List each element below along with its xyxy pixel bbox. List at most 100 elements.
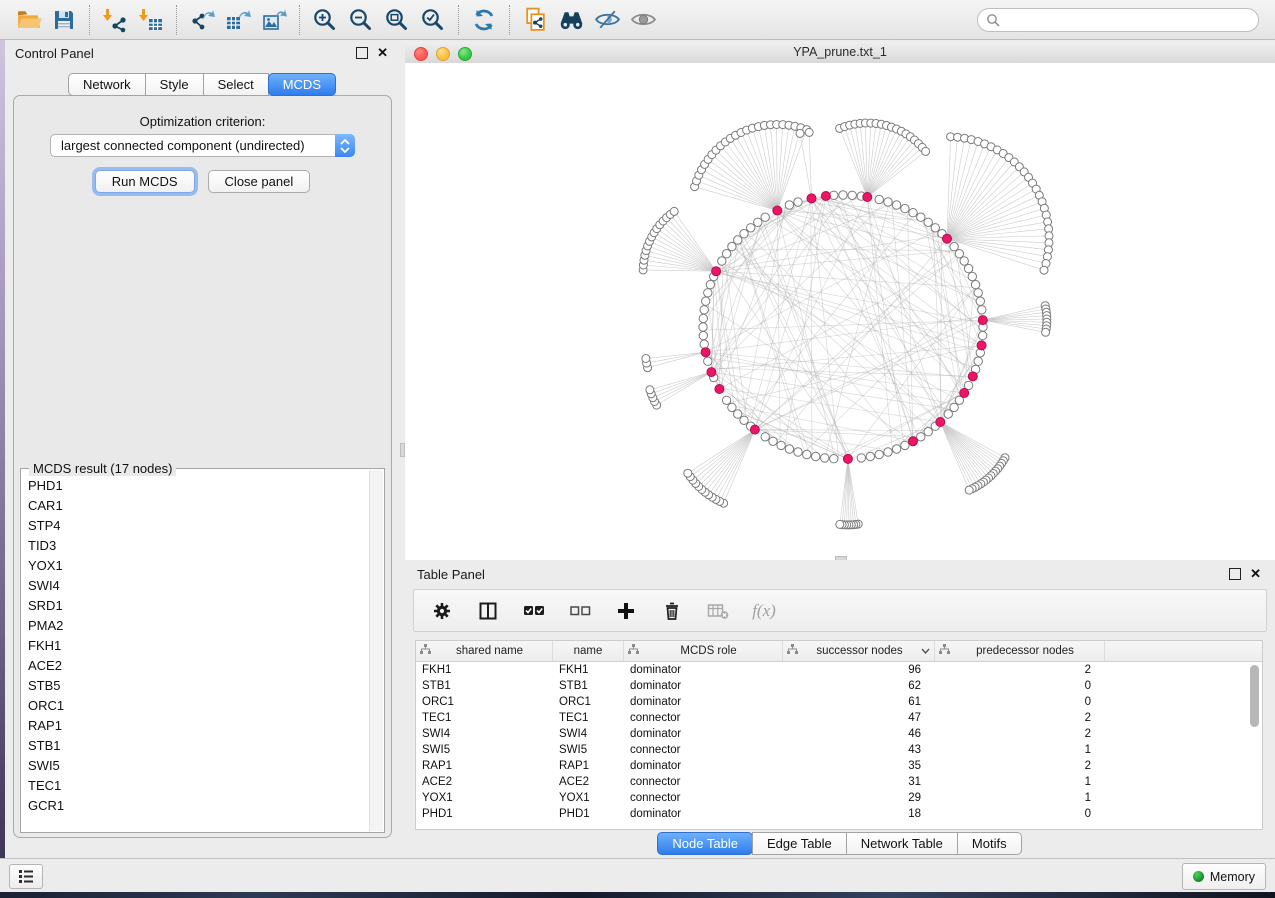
- ring-node[interactable]: [740, 416, 748, 424]
- mcds-result-item[interactable]: STB5: [22, 675, 369, 695]
- mcds-result-list[interactable]: PHD1CAR1STP4TID3YOX1SWI4SRD1PMA2FKH1ACE2…: [22, 475, 369, 831]
- ring-node[interactable]: [974, 357, 982, 365]
- ring-node[interactable]: [884, 198, 892, 206]
- table-row[interactable]: SWI5SWI5connector431: [416, 742, 1262, 758]
- table-cell[interactable]: FKH1: [553, 664, 624, 676]
- ring-node[interactable]: [884, 448, 892, 456]
- table-cell[interactable]: 0: [935, 696, 1105, 708]
- table-cell[interactable]: 1: [935, 744, 1105, 756]
- ring-node[interactable]: [740, 230, 748, 238]
- import-network-button[interactable]: [97, 3, 133, 37]
- table-cell[interactable]: ACE2: [553, 776, 624, 788]
- table-cell[interactable]: FKH1: [416, 664, 553, 676]
- table-cell[interactable]: 0: [935, 680, 1105, 692]
- column-header-successor-nodes[interactable]: successor nodes: [783, 641, 935, 661]
- mcds-result-item[interactable]: ACE2: [22, 655, 369, 675]
- table-cell[interactable]: 29: [783, 792, 935, 804]
- leaf-node[interactable]: [922, 147, 930, 155]
- dominator-node[interactable]: [750, 425, 759, 434]
- dominator-node[interactable]: [821, 192, 830, 201]
- dominator-node[interactable]: [943, 234, 952, 243]
- mcds-result-item[interactable]: STP4: [22, 515, 369, 535]
- ring-node[interactable]: [821, 454, 829, 462]
- ring-node[interactable]: [704, 357, 712, 365]
- network-canvas[interactable]: [405, 63, 1275, 560]
- leaf-node[interactable]: [836, 520, 844, 528]
- ring-node[interactable]: [955, 250, 963, 258]
- mcds-result-item[interactable]: PMA2: [22, 615, 369, 635]
- ring-node[interactable]: [769, 437, 777, 445]
- table-cell[interactable]: 2: [935, 760, 1105, 772]
- table-cell[interactable]: connector: [624, 744, 783, 756]
- new-network-from-selection-button[interactable]: [517, 3, 553, 37]
- ring-node[interactable]: [754, 218, 762, 226]
- zoom-fit-button[interactable]: [379, 3, 415, 37]
- dominator-node[interactable]: [960, 389, 969, 398]
- leaf-node[interactable]: [1042, 328, 1050, 336]
- ring-node[interactable]: [960, 257, 968, 265]
- table-cell[interactable]: TEC1: [416, 712, 553, 724]
- ring-node[interactable]: [722, 250, 730, 258]
- tab-node-table[interactable]: Node Table: [657, 832, 753, 855]
- dominator-node[interactable]: [773, 206, 782, 215]
- table-row[interactable]: STB1STB1dominator620: [416, 678, 1262, 694]
- table-cell[interactable]: dominator: [624, 680, 783, 692]
- table-cell[interactable]: TEC1: [553, 712, 624, 724]
- dominator-node[interactable]: [701, 348, 710, 357]
- table-cell[interactable]: SWI4: [416, 728, 553, 740]
- table-cell[interactable]: YOX1: [553, 792, 624, 804]
- ring-node[interactable]: [892, 445, 900, 453]
- ring-node[interactable]: [974, 289, 982, 297]
- run-mcds-button[interactable]: Run MCDS: [95, 170, 195, 193]
- ring-node[interactable]: [901, 441, 909, 449]
- table-cell[interactable]: connector: [624, 792, 783, 804]
- dominator-node[interactable]: [968, 372, 977, 381]
- close-table-panel-icon[interactable]: ✕: [1250, 569, 1261, 579]
- delete-table-button[interactable]: [706, 599, 730, 623]
- table-row[interactable]: YOX1YOX1connector291: [416, 790, 1262, 806]
- ring-node[interactable]: [968, 272, 976, 280]
- ring-node[interactable]: [978, 306, 986, 314]
- tab-motifs[interactable]: Motifs: [957, 832, 1022, 855]
- table-row[interactable]: SWI4SWI4dominator462: [416, 726, 1262, 742]
- table-cell[interactable]: YOX1: [416, 792, 553, 804]
- table-scrollbar[interactable]: [1249, 663, 1260, 827]
- mcds-result-item[interactable]: PHD1: [22, 475, 369, 495]
- task-history-button[interactable]: [9, 864, 43, 889]
- dominator-node[interactable]: [978, 316, 987, 325]
- column-header-predecessor-nodes[interactable]: predecessor nodes: [935, 641, 1105, 661]
- ring-node[interactable]: [857, 454, 865, 462]
- ring-node[interactable]: [794, 198, 802, 206]
- dominator-node[interactable]: [863, 193, 872, 202]
- mcds-result-item[interactable]: YOX1: [22, 555, 369, 575]
- apply-function-button[interactable]: f(x): [752, 599, 776, 623]
- export-network-button[interactable]: [184, 3, 220, 37]
- ring-node[interactable]: [794, 448, 802, 456]
- ring-node[interactable]: [950, 403, 958, 411]
- table-cell[interactable]: ORC1: [416, 696, 553, 708]
- ring-node[interactable]: [734, 410, 742, 418]
- tab-network-table[interactable]: Network Table: [846, 832, 958, 855]
- ring-node[interactable]: [917, 433, 925, 441]
- table-cell[interactable]: 0: [935, 808, 1105, 820]
- ring-node[interactable]: [702, 297, 710, 305]
- table-row[interactable]: ACE2ACE2connector311: [416, 774, 1262, 790]
- ring-node[interactable]: [964, 264, 972, 272]
- table-cell[interactable]: 61: [783, 696, 935, 708]
- network-window-titlebar[interactable]: YPA_prune.txt_1: [405, 42, 1275, 64]
- table-cell[interactable]: dominator: [624, 760, 783, 772]
- select-all-button[interactable]: [522, 599, 546, 623]
- table-row[interactable]: TEC1TEC1connector472: [416, 710, 1262, 726]
- table-cell[interactable]: 35: [783, 760, 935, 772]
- table-cell[interactable]: 47: [783, 712, 935, 724]
- float-panel-icon[interactable]: [356, 47, 368, 59]
- table-cell[interactable]: dominator: [624, 808, 783, 820]
- table-row[interactable]: ORC1ORC1dominator610: [416, 694, 1262, 710]
- mcds-result-item[interactable]: SWI4: [22, 575, 369, 595]
- ring-node[interactable]: [747, 224, 755, 232]
- ring-node[interactable]: [971, 280, 979, 288]
- table-cell[interactable]: STB1: [553, 680, 624, 692]
- mcds-result-item[interactable]: TID3: [22, 535, 369, 555]
- ring-node[interactable]: [909, 209, 917, 217]
- table-cell[interactable]: RAP1: [553, 760, 624, 772]
